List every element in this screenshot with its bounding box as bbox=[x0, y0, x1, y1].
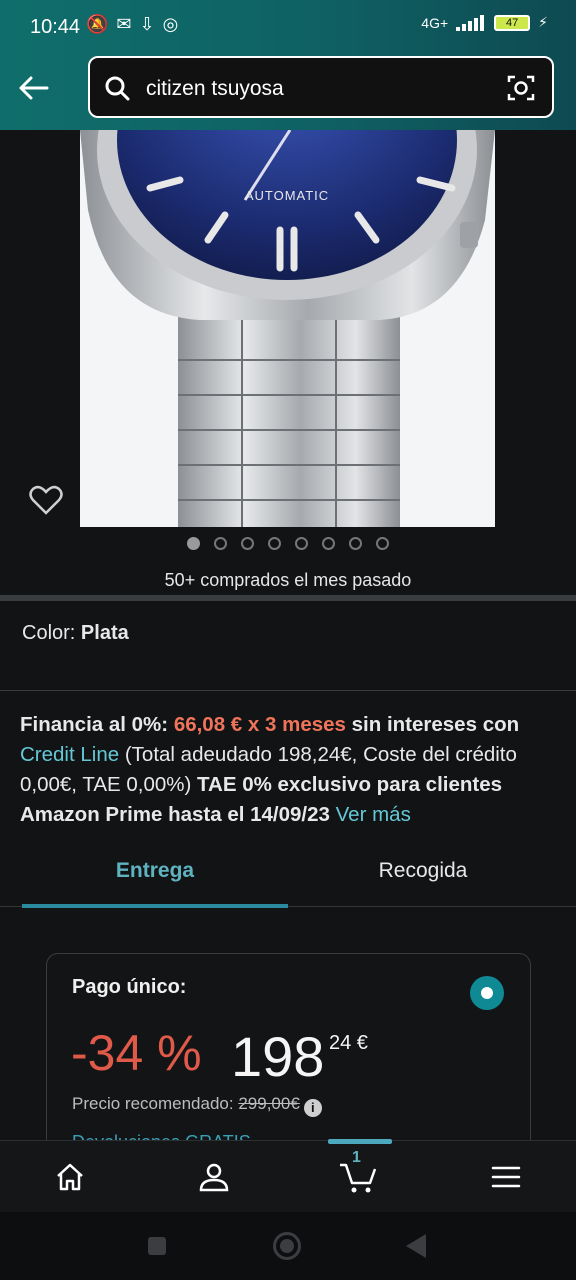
download-icon: ⇩ bbox=[139, 14, 155, 34]
watch-image: AUTOMATIC bbox=[80, 130, 495, 527]
system-icons: 4G+ 47 ⚡ bbox=[421, 14, 548, 31]
mail-icon: ✉ bbox=[116, 14, 132, 34]
delivery-tabs: Entrega Recogida bbox=[0, 845, 576, 908]
status-time: 10:44 bbox=[30, 16, 81, 38]
home-button[interactable] bbox=[273, 1232, 301, 1260]
financing-no-interest: sin intereses bbox=[351, 713, 477, 736]
financing-installment: 66,08 € x 3 meses bbox=[173, 713, 346, 736]
menu-icon bbox=[491, 1166, 521, 1188]
user-icon bbox=[199, 1163, 229, 1192]
search-query: citizen tsuyosa bbox=[146, 77, 284, 100]
color-selection: Color: Plata bbox=[22, 622, 129, 645]
price-whole: 198 bbox=[231, 1025, 325, 1088]
price-fraction: 24 € bbox=[329, 1032, 368, 1054]
recommended-price: Precio recomendado: 299,00€ i bbox=[72, 1094, 322, 1117]
financing-prefix: Financia al 0%: bbox=[20, 713, 169, 736]
financing-info: Financia al 0%: 66,08 € x 3 meses sin in… bbox=[20, 710, 556, 830]
home-icon bbox=[57, 1163, 83, 1191]
pagination-dot[interactable] bbox=[349, 537, 362, 550]
info-icon[interactable]: i bbox=[303, 1099, 322, 1117]
image-pagination[interactable] bbox=[0, 537, 576, 550]
pagination-dot[interactable] bbox=[322, 537, 335, 550]
bought-count: 50+ comprados el mes pasado bbox=[164, 570, 412, 590]
svg-text:AUTOMATIC: AUTOMATIC bbox=[245, 188, 329, 203]
search-input[interactable]: citizen tsuyosa bbox=[88, 56, 554, 118]
nav-active-indicator bbox=[328, 1139, 392, 1144]
pagination-dot[interactable] bbox=[187, 537, 200, 550]
heart-icon bbox=[29, 485, 63, 515]
active-tab-indicator bbox=[22, 904, 288, 908]
section-divider bbox=[0, 595, 576, 601]
see-more-link[interactable]: Ver más bbox=[336, 803, 411, 826]
camera-app-icon: ◎ bbox=[162, 14, 179, 34]
nav-cart[interactable]: 1 bbox=[338, 1149, 378, 1199]
nav-home[interactable] bbox=[50, 1155, 90, 1199]
wishlist-button[interactable] bbox=[28, 482, 64, 518]
camera-search-icon[interactable] bbox=[506, 73, 536, 103]
back-arrow-icon bbox=[19, 76, 49, 100]
color-label: Color: bbox=[22, 622, 76, 644]
divider bbox=[0, 690, 576, 691]
product-gallery[interactable]: AUTOMATIC 50+ comprados el mes pasado bbox=[0, 130, 576, 596]
radio-dot-icon bbox=[481, 987, 493, 999]
color-value: Plata bbox=[80, 622, 129, 644]
signal-icon bbox=[456, 14, 486, 31]
nav-menu[interactable] bbox=[486, 1155, 526, 1199]
financing-con: con bbox=[482, 713, 520, 736]
nav-account[interactable] bbox=[194, 1155, 234, 1199]
recommended-label: Precio recomendado: bbox=[72, 1094, 234, 1113]
price-option-radio[interactable] bbox=[470, 976, 504, 1010]
cart-count: 1 bbox=[352, 1149, 361, 1166]
mute-icon: 🔕 bbox=[86, 14, 109, 34]
pagination-dot[interactable] bbox=[268, 537, 281, 550]
back-button[interactable] bbox=[16, 70, 52, 106]
status-bar: 10:44 🔕 ✉ ⇩ ◎ 4G+ 47 ⚡ bbox=[0, 0, 576, 56]
recommended-value: 299,00€ bbox=[238, 1094, 300, 1113]
network-label: 4G+ bbox=[421, 14, 449, 31]
tab-entrega[interactable]: Entrega bbox=[22, 859, 288, 883]
system-back-button[interactable] bbox=[406, 1234, 426, 1258]
search-icon bbox=[105, 76, 130, 101]
system-navigation bbox=[0, 1212, 576, 1280]
pagination-dot[interactable] bbox=[376, 537, 389, 550]
bottom-navigation: 1 bbox=[0, 1139, 576, 1212]
pagination-dot[interactable] bbox=[295, 537, 308, 550]
charging-icon: ⚡ bbox=[538, 14, 548, 30]
product-image[interactable]: AUTOMATIC bbox=[80, 130, 495, 527]
price-option-title: Pago único: bbox=[72, 976, 187, 998]
pagination-dot[interactable] bbox=[241, 537, 254, 550]
notification-icons: 🔕 ✉ ⇩ ◎ bbox=[86, 14, 178, 35]
discount-percent: -34 % bbox=[71, 1025, 202, 1081]
battery-icon: 47 bbox=[494, 14, 531, 31]
tab-recogida[interactable]: Recogida bbox=[290, 859, 556, 883]
pagination-dot[interactable] bbox=[214, 537, 227, 550]
recents-button[interactable] bbox=[148, 1237, 166, 1255]
app-header: 10:44 🔕 ✉ ⇩ ◎ 4G+ 47 ⚡ citizen tsuyosa bbox=[0, 0, 576, 130]
credit-line-link[interactable]: Credit Line bbox=[20, 743, 119, 766]
